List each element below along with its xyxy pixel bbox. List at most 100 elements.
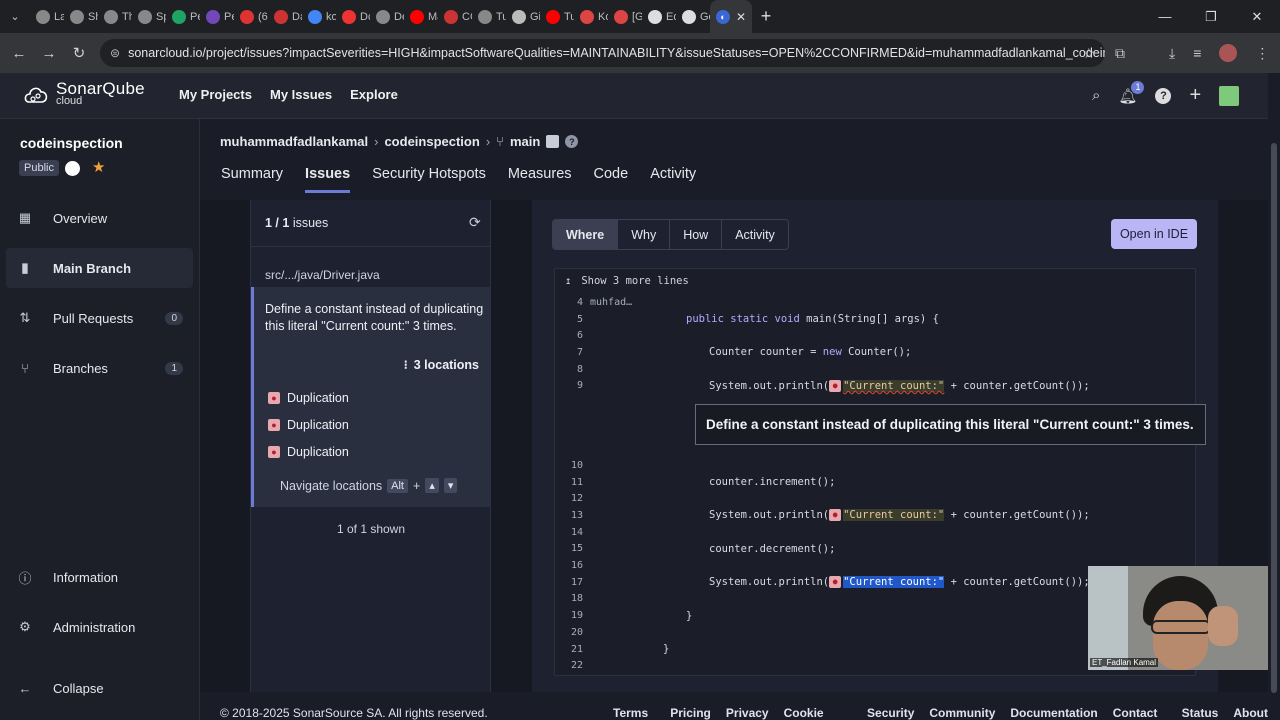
browser-tab[interactable]: Dc (336, 0, 370, 33)
browser-tab[interactable]: Sp (132, 0, 166, 33)
footer-link-contact[interactable]: Contact us (1113, 706, 1167, 720)
line-number[interactable]: 11 (555, 477, 583, 488)
sidebar-project-name[interactable]: codeinspection (20, 135, 123, 151)
breadcrumb-org[interactable]: muhammadfadlankamal (220, 134, 368, 149)
tab-where[interactable]: Where (553, 220, 619, 249)
blame-author[interactable]: muhfad… (590, 297, 632, 308)
line-number[interactable]: 21 (555, 644, 583, 655)
tab-code[interactable]: Code (594, 166, 629, 193)
open-in-ide-button[interactable]: Open in IDE (1111, 219, 1197, 249)
maximize-icon[interactable]: ❐ (1188, 0, 1234, 33)
close-window-icon[interactable]: ✕ (1234, 0, 1280, 33)
browser-tab[interactable]: La (30, 0, 64, 33)
address-bar[interactable]: ⊜ sonarcloud.io/project/issues?impactSev… (100, 39, 1105, 67)
line-number[interactable]: 14 (555, 527, 583, 538)
forward-icon[interactable]: → (34, 45, 64, 62)
scroll-thumb[interactable] (1271, 143, 1277, 693)
sidebar-item-overview[interactable]: ▦ Overview (6, 198, 193, 238)
footer-link-about[interactable]: About (1233, 706, 1268, 720)
sidebar-item-branches[interactable]: ⑂ Branches 1 (6, 348, 193, 388)
line-number[interactable]: 10 (555, 460, 583, 471)
reload-icon[interactable]: ↻ (64, 44, 94, 62)
browser-tab[interactable]: Gc (676, 0, 710, 33)
browser-tab[interactable]: Da (268, 0, 302, 33)
footer-link-pricing[interactable]: Pricing (670, 706, 711, 720)
line-number[interactable]: 6 (555, 330, 583, 341)
tab-summary[interactable]: Summary (221, 166, 283, 193)
footer-link-cookie-policy[interactable]: Cookie Policy (784, 706, 852, 720)
footer-link-status[interactable]: Status (1182, 706, 1219, 720)
line-number[interactable]: 8 (555, 364, 583, 375)
footer-link-privacy[interactable]: Privacy (726, 706, 769, 720)
show-more-lines-button[interactable]: ↥ Show 3 more lines (565, 275, 689, 287)
back-icon[interactable]: ← (4, 45, 34, 62)
location-marker-icon[interactable]: ● (829, 509, 842, 522)
line-number[interactable]: 7 (555, 347, 583, 358)
browser-tab[interactable]: De (370, 0, 404, 33)
favorite-star-icon[interactable]: ★ (92, 158, 105, 176)
nav-my-issues[interactable]: My Issues (270, 87, 332, 102)
media-icon[interactable]: ≡ (1193, 45, 1201, 61)
location-marker-icon[interactable]: ● (829, 379, 842, 392)
branch-help-icon[interactable]: ? (565, 135, 579, 148)
tab-search-chevron-icon[interactable]: ⌄ (0, 0, 30, 33)
browser-tab[interactable]: (6) (234, 0, 268, 33)
browser-tab[interactable]: Tu (540, 0, 574, 33)
tab-issues[interactable]: Issues (305, 166, 351, 193)
footer-link-documentation[interactable]: Documentation (1010, 706, 1097, 720)
browser-tab[interactable]: [G (608, 0, 642, 33)
sidebar-item-information[interactable]: ⓘ Information (6, 557, 193, 597)
line-number[interactable]: 9 (555, 380, 583, 391)
minimize-icon[interactable]: — (1142, 0, 1188, 33)
sidebar-item-pull-requests[interactable]: ⇅ Pull Requests 0 (6, 298, 193, 338)
page-scrollbar[interactable] (1268, 73, 1280, 720)
location-marker-icon[interactable]: ● (829, 576, 842, 589)
bookmark-star-icon[interactable]: ☆ (1082, 45, 1095, 62)
line-number[interactable]: 5 (555, 314, 583, 325)
site-info-icon[interactable]: ⊜ (110, 46, 120, 60)
sidebar-item-main-branch[interactable]: ▮ Main Branch (6, 248, 193, 288)
line-number[interactable]: 18 (555, 593, 583, 604)
active-tab[interactable]: ◐ ✕ (710, 0, 752, 33)
line-number[interactable]: 20 (555, 627, 583, 638)
browser-tab[interactable]: ko (302, 0, 336, 33)
download-icon[interactable]: ⤓ (1169, 45, 1175, 62)
footer-link-community[interactable]: Community (929, 706, 995, 720)
browser-tab[interactable]: CC (438, 0, 472, 33)
more-menu-icon[interactable]: ⋮ (1255, 45, 1269, 62)
line-number[interactable]: 13 (555, 510, 583, 521)
browser-tab[interactable]: Gi (506, 0, 540, 33)
line-number[interactable]: 16 (555, 560, 583, 571)
add-plus-icon[interactable]: + (1189, 84, 1201, 107)
browser-tab[interactable]: Ed (642, 0, 676, 33)
line-number[interactable]: 4 (555, 297, 583, 308)
nav-my-projects[interactable]: My Projects (179, 87, 252, 102)
footer-link-security[interactable]: Security (867, 706, 914, 720)
tab-activity[interactable]: Activity (650, 166, 696, 193)
browser-tab[interactable]: Sh (64, 0, 98, 33)
sonarqube-logo[interactable]: SonarQube cloud (22, 80, 145, 109)
tab-measures[interactable]: Measures (508, 166, 572, 193)
browser-tab[interactable]: Tu (472, 0, 506, 33)
close-tab-icon[interactable]: ✕ (736, 10, 746, 24)
collapse-button[interactable]: ← Collapse (6, 668, 193, 708)
extensions-icon[interactable]: ⧉ (1115, 45, 1125, 62)
nav-explore[interactable]: Explore (350, 87, 398, 102)
user-avatar[interactable] (1219, 85, 1240, 106)
location-item[interactable]: ● Duplication (268, 445, 349, 459)
browser-tab[interactable]: Th (98, 0, 132, 33)
line-number[interactable]: 12 (555, 493, 583, 504)
tab-activity-detail[interactable]: Activity (722, 220, 788, 249)
browser-tab[interactable]: Ma (404, 0, 438, 33)
line-number[interactable]: 17 (555, 577, 583, 588)
sidebar-item-administration[interactable]: ⚙ Administration (6, 607, 193, 647)
browser-tab[interactable]: Pe (200, 0, 234, 33)
github-icon[interactable] (65, 161, 80, 176)
tab-why[interactable]: Why (618, 220, 671, 249)
breadcrumb-branch[interactable]: main (510, 134, 540, 149)
profile-avatar[interactable] (1219, 44, 1238, 62)
refresh-icon[interactable]: ⟳ (469, 214, 481, 231)
breadcrumb-project[interactable]: codeinspection (384, 134, 479, 149)
line-number[interactable]: 22 (555, 660, 583, 671)
browser-tab[interactable]: Pe (166, 0, 200, 33)
